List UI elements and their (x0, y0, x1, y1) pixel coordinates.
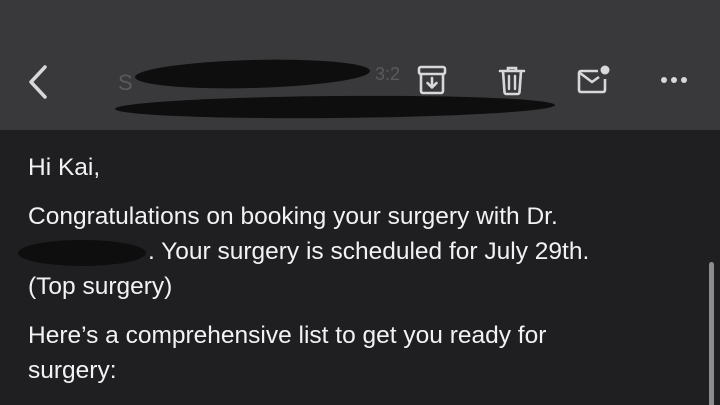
email-paragraph-booking: Congratulations on booking your surgery … (18, 199, 688, 304)
email-paragraph-list-intro: Here’s a comprehensive list to get you r… (28, 318, 688, 388)
paragraph-line: Congratulations on booking your surgery … (28, 203, 558, 230)
paragraph-line: (Top surgery) (28, 273, 173, 300)
sender-partial-text: S (118, 70, 133, 95)
time-partial-text: 3:2 (375, 64, 401, 84)
more-horizontal-icon (661, 77, 687, 83)
email-body: Hi Kai, Congratulations on booking your … (18, 150, 688, 402)
paragraph-line: . Your surgery is scheduled for July 29t… (18, 234, 688, 269)
delete-button[interactable] (494, 62, 530, 98)
mark-unread-button[interactable] (575, 62, 611, 98)
archive-button[interactable] (414, 62, 450, 98)
back-button[interactable] (22, 62, 54, 102)
greeting-text: Hi Kai, (28, 154, 101, 181)
trash-icon (498, 66, 526, 96)
mail-unread-icon (577, 65, 610, 94)
scrollbar[interactable] (709, 262, 714, 405)
paragraph-line: surgery: (28, 357, 117, 384)
sender-info-redacted[interactable]: S 3:2 (100, 52, 560, 127)
email-header-toolbar: S 3:2 (0, 0, 720, 130)
archive-box-icon (417, 65, 447, 95)
sender-address-redaction (114, 94, 556, 120)
doctor-name-redaction (18, 238, 148, 268)
paragraph-line: Here’s a comprehensive list to get you r… (28, 322, 547, 349)
email-screen: S 3:2 Hi Kai, Congratulations on booking… (0, 0, 720, 405)
more-options-button[interactable] (656, 62, 692, 98)
schedule-text: . Your surgery is scheduled for July 29t… (148, 238, 590, 265)
email-greeting: Hi Kai, (28, 150, 688, 185)
chevron-left-icon (29, 65, 47, 99)
sender-name-redaction (134, 56, 371, 92)
